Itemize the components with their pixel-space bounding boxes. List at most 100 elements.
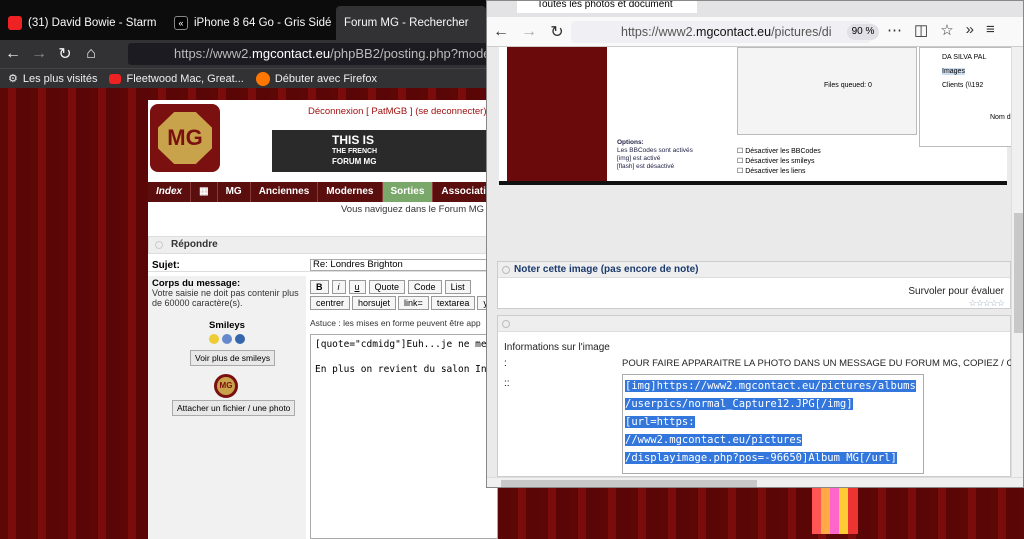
url-prefix: https://www2.	[621, 25, 697, 39]
body-hint: Votre saisie ne doit pas contenir plus d…	[152, 288, 299, 308]
back-icon[interactable]: ←	[0, 45, 26, 63]
forum-header: MG Déconnexion [ PatMGB ] (se deconnecte…	[148, 100, 505, 180]
bookmark-label: Fleetwood Mac, Great...	[126, 72, 244, 85]
option-line: [flash] est désactivé	[617, 163, 675, 170]
menu-modernes[interactable]: Modernes	[318, 182, 383, 202]
bookmark-most-visited[interactable]: ⚙ Les plus visités	[8, 72, 97, 86]
tab-label: Forum MG - Rechercher	[344, 17, 469, 29]
list-button[interactable]: List	[444, 280, 471, 294]
mg-logo[interactable]: MG	[150, 104, 220, 172]
menu-icon[interactable]: ≡	[986, 21, 995, 39]
panel-item: Clients (\\192	[942, 82, 984, 89]
circle-icon	[155, 241, 163, 249]
center-button[interactable]: centrer	[310, 296, 351, 310]
bookmark-fleetwood[interactable]: Fleetwood Mac, Great...	[109, 72, 244, 85]
panel-item: Images	[942, 68, 965, 75]
url-bar[interactable]: https://www2.mgcontact.eu/phpBB2/posting…	[128, 43, 488, 65]
tip-text: Astuce : les mises en forme peuvent être…	[310, 318, 481, 328]
smiley-icon[interactable]	[235, 334, 245, 344]
image-region: ☐ Désactiver les BBCodes ☐ Désactiver le…	[737, 148, 821, 175]
tab-youtube[interactable]: (31) David Bowie - Starm 🔊 ✕	[0, 8, 160, 38]
screenshot-image[interactable]: Files queued: 0 DA SILVA PAL Images Clie…	[499, 47, 1023, 185]
front-browser-window: Toutes les photos et document ← → ↻ http…	[486, 0, 1024, 488]
smiley-icon[interactable]	[209, 334, 219, 344]
tab-photos[interactable]: Toutes les photos et document	[517, 1, 697, 13]
menu-index[interactable]: Index	[148, 182, 192, 202]
horizontal-scrollbar[interactable]	[487, 477, 1023, 487]
rating-header: Noter cette image (pas encore de note)	[498, 262, 1010, 278]
forward-icon[interactable]: →	[26, 45, 52, 63]
bookmark-firefox[interactable]: Débuter avec Firefox	[255, 71, 377, 86]
menu-sorties[interactable]: Sorties	[382, 182, 434, 202]
calendar-icon[interactable]: ▦	[191, 182, 218, 202]
smiley-icon[interactable]	[222, 334, 232, 344]
check-label: Désactiver les BBCodes	[745, 148, 821, 155]
url-prefix: https://www2.	[174, 46, 253, 61]
logo-text: MG	[158, 112, 212, 164]
youtube-icon	[8, 16, 22, 30]
subject-row: Sujet: Re: Londres Brighton	[148, 258, 498, 272]
star-icon[interactable]: ☆	[940, 21, 953, 39]
toolbar-icons: ⋯ ◫ ☆ » ≡	[887, 21, 995, 39]
more-smileys-button[interactable]: Voir plus de smileys	[190, 350, 276, 366]
url-bar[interactable]: https://www2.mgcontact.eu/pictures/di	[571, 21, 871, 43]
scroll-thumb[interactable]	[501, 480, 757, 487]
textarea-button[interactable]: textarea	[430, 296, 476, 310]
mg-attach-icon[interactable]: MG	[214, 374, 238, 398]
info-header	[498, 316, 1010, 332]
tab-iphone[interactable]: « iPhone 8 64 Go - Gris Sidéral ✕	[166, 8, 332, 38]
forward-icon[interactable]: →	[515, 23, 543, 41]
firefox-icon	[255, 71, 270, 86]
vertical-scrollbar[interactable]	[1011, 47, 1023, 477]
link-button[interactable]: link=	[398, 296, 429, 310]
panel-item: DA SILVA PAL	[942, 54, 987, 61]
code-line: /displayimage.php?pos=-96650]Album MG[/u…	[625, 452, 897, 464]
reload-icon[interactable]: ↻	[52, 44, 78, 64]
menu-anciennes[interactable]: Anciennes	[251, 182, 319, 202]
menu-mg[interactable]: MG	[218, 182, 251, 202]
zoom-level[interactable]: 90 %	[847, 24, 879, 40]
youtube-icon	[109, 73, 122, 84]
reload-icon[interactable]: ↻	[543, 22, 571, 42]
bold-button[interactable]: B	[310, 280, 329, 294]
italic-button[interactable]: i	[331, 280, 346, 294]
info-key: ::	[504, 378, 510, 389]
attach-file-button[interactable]: Attacher un fichier / une photo	[172, 400, 296, 416]
scroll-thumb[interactable]	[1014, 213, 1023, 333]
quote-button[interactable]: Quote	[368, 280, 406, 294]
pocket-icon[interactable]: ◫	[914, 21, 928, 39]
image-region: Options: Les BBCodes sont activés [img] …	[617, 139, 747, 179]
forum-page: MG Déconnexion [ PatMGB ] (se deconnecte…	[148, 100, 522, 539]
gear-icon: ⚙	[8, 73, 18, 85]
bbcode-textbox[interactable]: [img]https://www2.mgcontact.eu/pictures/…	[622, 374, 924, 474]
rating-stars[interactable]: ☆☆☆☆☆	[969, 298, 1005, 309]
url-domain: mgcontact.eu	[696, 25, 772, 39]
offtopic-button[interactable]: horsujet	[352, 296, 397, 310]
color-palette[interactable]	[812, 488, 858, 534]
page-content: Files queued: 0 DA SILVA PAL Images Clie…	[487, 47, 1023, 477]
check-label: Désactiver les smileys	[745, 158, 815, 165]
home-icon[interactable]: ⌂	[78, 45, 104, 63]
url-path: /pictures/di	[771, 25, 832, 39]
image-region: Files queued: 0	[737, 47, 917, 135]
login-status[interactable]: Déconnexion [ PatMGB ] (se deconnecter),…	[308, 106, 505, 117]
code-line: /userpics/normal_Capture12.JPG[/img][url…	[625, 398, 853, 428]
more-icon[interactable]: ⋯	[887, 21, 902, 39]
bookmark-label: Débuter avec Firefox	[274, 72, 377, 85]
code-button[interactable]: Code	[408, 280, 442, 294]
url-path: /phpBB2/posting.php?mode=quot	[330, 46, 488, 61]
tab-forum[interactable]: Forum MG - Rechercher	[336, 6, 486, 40]
image-region: DA SILVA PAL Images Clients (\\192 Nom d…	[919, 47, 1023, 147]
overflow-icon[interactable]: »	[966, 21, 974, 39]
tab-label: (31) David Bowie - Starm	[28, 17, 157, 29]
image-region	[507, 47, 607, 185]
url-domain: mgcontact.eu	[252, 46, 331, 61]
subject-input[interactable]: Re: Londres Brighton	[310, 259, 498, 271]
rating-panel: Noter cette image (pas encore de note) S…	[497, 261, 1011, 309]
back-icon[interactable]: ←	[487, 23, 515, 41]
underline-button[interactable]: u	[348, 280, 366, 294]
text-line: [quote="cdmidg"]Euh...je ne me so	[315, 339, 498, 350]
forum-menu: Index ▦ MG Anciennes Modernes Sorties As…	[148, 182, 508, 202]
text-line: En plus on revient du salon Intercla	[315, 364, 497, 375]
message-textarea[interactable]: [quote="cdmidg"]Euh...je ne me so En plu…	[310, 334, 498, 539]
